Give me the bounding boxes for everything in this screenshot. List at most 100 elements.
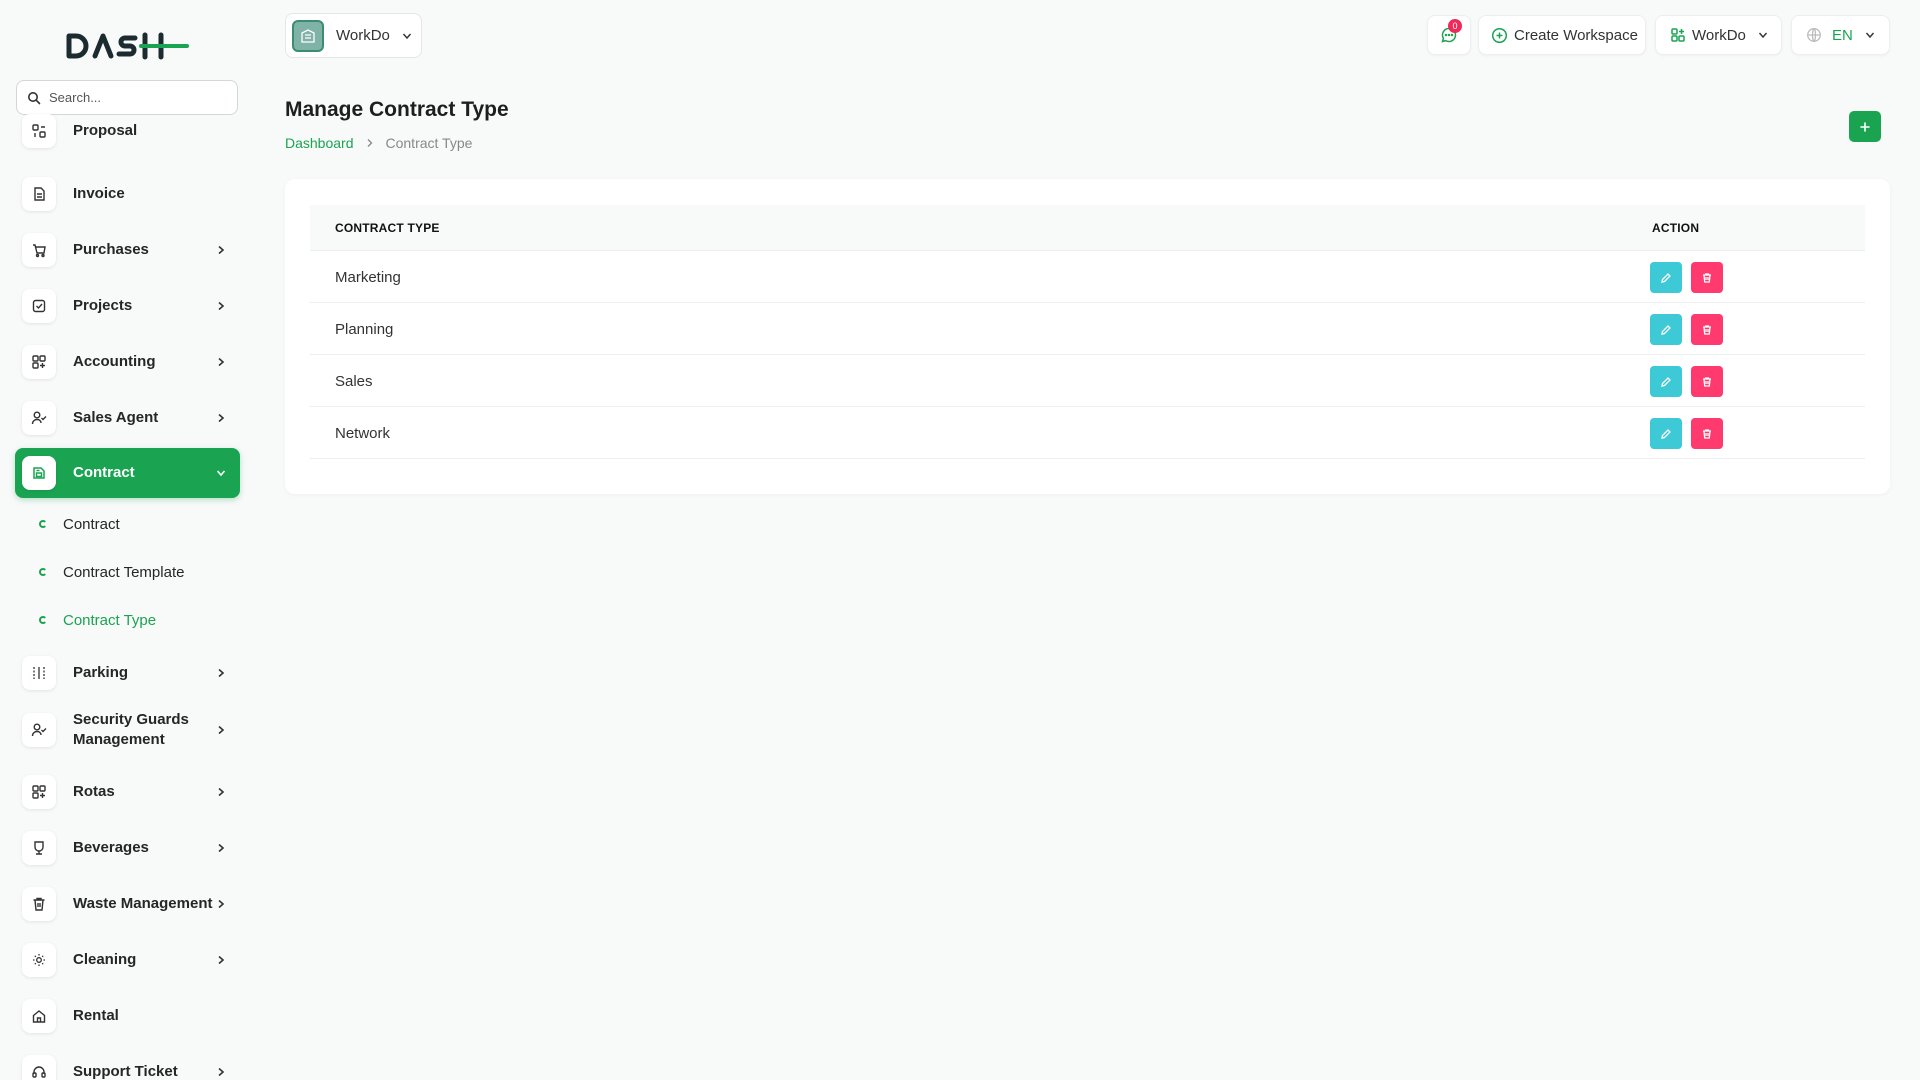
trash-icon: [1703, 324, 1711, 335]
sidebar: Proposal Invoice Purchases Projects: [0, 0, 256, 1080]
sidebar-item-label: Cleaning: [73, 951, 137, 968]
sidebar-item-invoice[interactable]: Invoice: [15, 169, 240, 219]
table-row: Sales: [310, 355, 1865, 407]
edit-button[interactable]: [1650, 366, 1682, 397]
sidebar-item-rotas[interactable]: Rotas: [15, 767, 240, 817]
workspace-avatar: [292, 19, 324, 52]
plus-icon: [1859, 121, 1871, 133]
column-header-contract-type: CONTRACT TYPE: [335, 221, 440, 235]
trash-icon: [22, 887, 56, 921]
notification-badge: 0: [1448, 19, 1462, 33]
chevron-right-icon: [216, 787, 226, 797]
contract-type-name: Planning: [335, 320, 394, 338]
chevron-down-icon: [1865, 30, 1875, 40]
create-workspace-label: Create Workspace: [1514, 26, 1638, 44]
breadcrumb-dashboard-link[interactable]: Dashboard: [285, 135, 354, 151]
breadcrumb-current: Contract Type: [385, 135, 473, 151]
language-label: EN: [1832, 26, 1853, 44]
trash-icon: [1703, 376, 1711, 387]
trash-icon: [1703, 428, 1711, 439]
edit-button[interactable]: [1650, 314, 1682, 345]
messages-button[interactable]: 0: [1427, 15, 1471, 55]
sidebar-item-sales-agent[interactable]: Sales Agent: [15, 393, 240, 443]
sidebar-item-waste-management[interactable]: Waste Management: [15, 879, 240, 929]
sidebar-item-label: Rotas: [73, 783, 115, 800]
table-row: Marketing: [310, 251, 1865, 303]
cart-icon: [22, 233, 56, 267]
contract-type-name: Sales: [335, 372, 373, 390]
table-row: Planning: [310, 303, 1865, 355]
sidebar-item-contract[interactable]: Contract: [15, 448, 240, 498]
chevron-right-icon: [216, 1067, 226, 1077]
sidebar-item-label: Sales Agent: [73, 409, 159, 426]
sidebar-item-support-ticket[interactable]: Support Ticket: [15, 1047, 240, 1080]
sidebar-item-label: Purchases: [73, 241, 149, 258]
home-icon: [22, 999, 56, 1033]
chevron-right-icon: [216, 725, 226, 735]
pencil-icon: [1661, 324, 1671, 335]
sidebar-subitem-contract-template[interactable]: Contract Template: [39, 560, 184, 584]
parking-icon: [22, 656, 56, 690]
chevron-right-icon: [216, 668, 226, 678]
workspace-switcher[interactable]: WorkDo: [285, 13, 422, 58]
chevron-right-icon: [216, 843, 226, 853]
workdo-label: WorkDo: [1692, 26, 1746, 44]
bullet-icon: [39, 616, 47, 624]
sidebar-item-beverages[interactable]: Beverages: [15, 823, 240, 873]
sidebar-item-label: Proposal: [73, 122, 138, 139]
workdo-menu-button[interactable]: WorkDo: [1655, 15, 1782, 55]
trash-icon: [1703, 272, 1711, 283]
delete-button[interactable]: [1691, 262, 1723, 293]
contract-type-name: Marketing: [335, 268, 401, 286]
sidebar-item-label: Projects: [73, 297, 133, 314]
search-icon: [27, 91, 41, 105]
chevron-right-icon: [366, 138, 374, 148]
headset-icon: [22, 1055, 56, 1080]
chevron-right-icon: [216, 357, 226, 367]
sidebar-item-label: Support Ticket: [73, 1063, 178, 1080]
chevron-down-icon: [1758, 30, 1768, 40]
search-box[interactable]: [16, 80, 238, 115]
pencil-icon: [1661, 272, 1671, 283]
sidebar-item-purchases[interactable]: Purchases: [15, 225, 240, 275]
user-check-icon: [22, 713, 56, 747]
bullet-icon: [39, 520, 47, 528]
sidebar-item-proposal[interactable]: Proposal: [15, 111, 240, 151]
chevron-right-icon: [216, 413, 226, 423]
create-workspace-button[interactable]: Create Workspace: [1478, 15, 1646, 55]
delete-button[interactable]: [1691, 366, 1723, 397]
add-contract-type-button[interactable]: [1849, 111, 1881, 142]
plus-circle-icon: [1491, 27, 1508, 44]
sidebar-subitem-label: Contract Template: [63, 563, 185, 581]
sidebar-item-label: Security Guards Management: [73, 711, 189, 748]
sidebar-item-cleaning[interactable]: Cleaning: [15, 935, 240, 985]
delete-button[interactable]: [1691, 314, 1723, 345]
sidebar-item-label: Invoice: [73, 185, 125, 202]
edit-button[interactable]: [1650, 262, 1682, 293]
sidebar-item-parking[interactable]: Parking: [15, 648, 240, 698]
user-check-icon: [22, 401, 56, 435]
workspace-name: WorkDo: [336, 27, 390, 44]
sidebar-item-security-guards-management[interactable]: Security Guards Management: [15, 701, 240, 759]
proposal-icon: [22, 114, 56, 148]
chevron-down-icon: [402, 31, 412, 41]
contract-icon: [22, 456, 56, 490]
sidebar-item-label: Accounting: [73, 353, 156, 370]
dash-logo[interactable]: [65, 28, 190, 64]
sidebar-subitem-contract[interactable]: Contract: [39, 512, 120, 536]
sidebar-item-label: Parking: [73, 664, 129, 681]
contract-type-name: Network: [335, 424, 391, 442]
sidebar-item-rental[interactable]: Rental: [15, 991, 240, 1041]
sidebar-item-label: Rental: [73, 1007, 119, 1024]
delete-button[interactable]: [1691, 418, 1723, 449]
table-header: CONTRACT TYPE ACTION: [310, 205, 1865, 251]
grid-plus-icon: [22, 345, 56, 379]
sidebar-item-accounting[interactable]: Accounting: [15, 337, 240, 387]
edit-button[interactable]: [1650, 418, 1682, 449]
language-selector[interactable]: EN: [1791, 15, 1890, 55]
sidebar-item-projects[interactable]: Projects: [15, 281, 240, 331]
search-input[interactable]: [49, 90, 219, 105]
sidebar-subitem-contract-type[interactable]: Contract Type: [39, 608, 156, 632]
globe-icon: [1806, 27, 1822, 43]
table-row: Network: [310, 407, 1865, 459]
